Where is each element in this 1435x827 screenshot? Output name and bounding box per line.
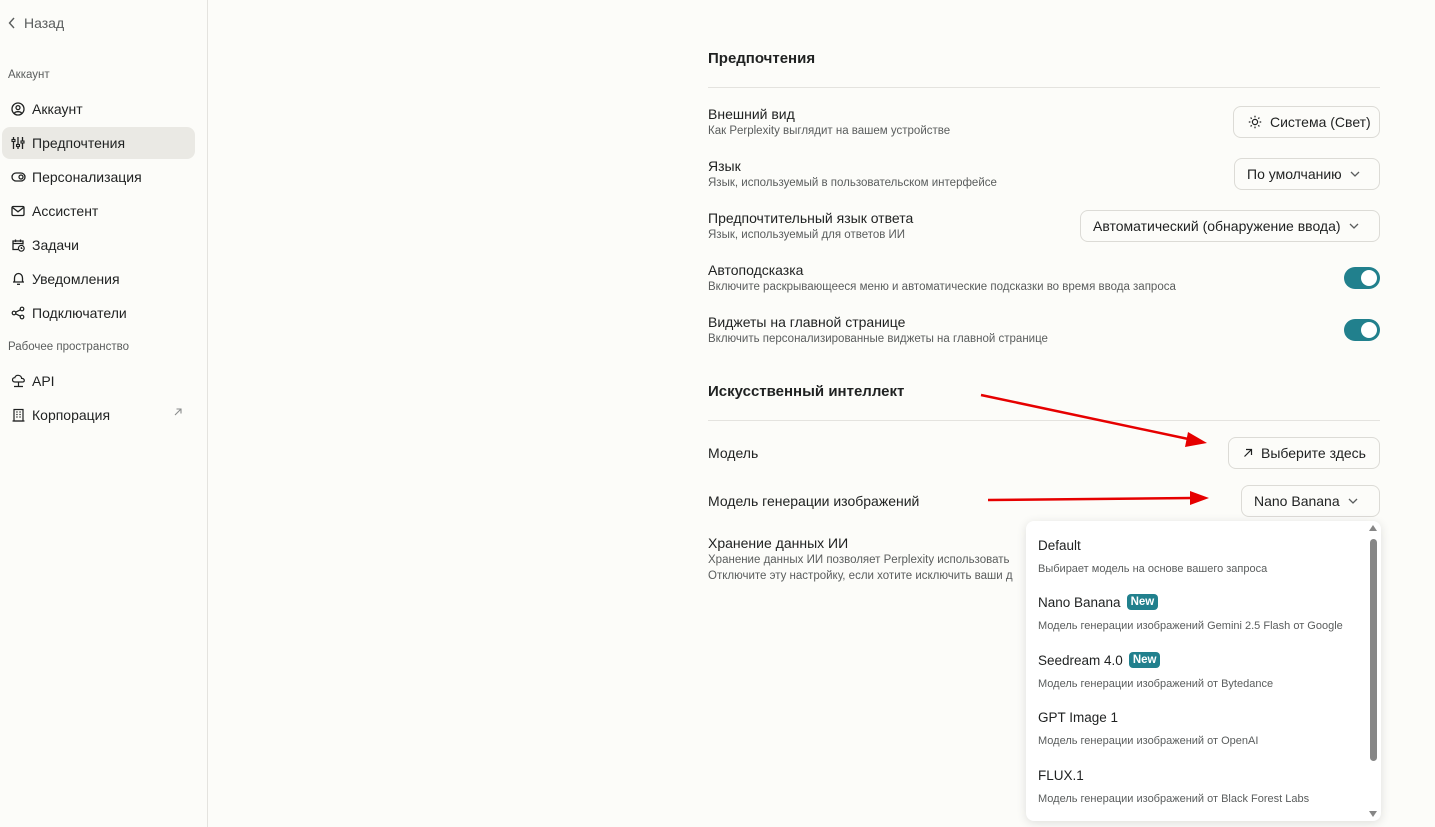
dropdown-option-flux[interactable]: FLUX.1 Модель генерации изображений от B… — [1038, 766, 1363, 806]
widgets-title: Виджеты на главной странице — [708, 314, 906, 330]
sidebar-item-label: API — [32, 373, 55, 389]
option-desc: Модель генерации изображений от Bytedanc… — [1038, 678, 1274, 690]
image-model-select[interactable]: Nano Banana — [1241, 485, 1380, 517]
sidebar-item-label: Персонализация — [32, 169, 142, 185]
scroll-down-icon[interactable] — [1369, 811, 1377, 817]
sidebar-item-label: Корпорация — [32, 407, 111, 423]
toggle-knob — [1361, 270, 1377, 286]
language-title: Язык — [708, 158, 741, 174]
dropdown-scrollbar[interactable] — [1368, 521, 1378, 821]
option-title: Default — [1038, 537, 1081, 553]
data-retention-title: Хранение данных ИИ — [708, 535, 849, 551]
sidebar: Назад Аккаунт Аккаунт Предпочтения Персо… — [0, 0, 208, 827]
back-label: Назад — [24, 15, 65, 31]
external-link-icon — [173, 407, 183, 417]
cloud-network-icon — [10, 373, 26, 389]
scroll-up-icon[interactable] — [1369, 525, 1377, 531]
answer-language-desc: Язык, используемый для ответов ИИ — [708, 229, 906, 241]
dropdown-option-nano-banana[interactable]: Nano Banana New Модель генерации изображе… — [1038, 593, 1363, 632]
new-badge: New — [1128, 652, 1161, 668]
annotation-arrows — [980, 393, 1209, 505]
chevron-down-icon — [1348, 498, 1358, 504]
sidebar-item-account[interactable]: Аккаунт — [2, 93, 195, 125]
sidebar-item-tasks[interactable]: Задачи — [2, 229, 195, 261]
dropdown-option-gpt-image[interactable]: GPT Image 1 Модель генерации изображений… — [1038, 708, 1363, 748]
new-badge: New — [1126, 594, 1159, 610]
answer-language-value: Автоматический (обнаружение ввода) — [1093, 218, 1341, 234]
divider — [708, 87, 1380, 88]
sidebar-item-personalization[interactable]: Персонализация — [2, 161, 195, 193]
widgets-desc: Включить персонализированные виджеты на … — [708, 333, 1048, 345]
image-model-value: Nano Banana — [1254, 493, 1340, 509]
section-label-workspace: Рабочее пространство — [8, 341, 129, 353]
sidebar-item-assistant[interactable]: Ассистент — [2, 195, 195, 227]
language-desc: Язык, используемый в пользовательском ин… — [708, 177, 997, 189]
appearance-value: Система (Свет) — [1270, 114, 1371, 130]
option-desc: Модель генерации изображений Gemini 2.5 … — [1038, 620, 1343, 632]
image-model-title: Модель генерации изображений — [708, 493, 920, 509]
sidebar-item-connectors[interactable]: Подключатели — [2, 297, 195, 329]
option-desc: Модель генерации изображений от OpenAI — [1038, 735, 1259, 747]
appearance-select[interactable]: Система (Свет) — [1233, 106, 1380, 138]
user-circle-icon — [10, 101, 26, 117]
model-title: Модель — [708, 445, 759, 461]
sidebar-item-preferences[interactable]: Предпочтения — [2, 127, 195, 159]
sidebar-item-enterprise[interactable]: Корпорация — [2, 399, 195, 431]
toggle-icon — [10, 169, 26, 185]
sliders-icon — [10, 135, 26, 151]
preferences-heading: Предпочтения — [708, 50, 816, 67]
autosuggest-desc: Включите раскрывающееся меню и автоматич… — [708, 281, 1176, 293]
option-title: Nano Banana — [1038, 594, 1121, 610]
toggle-knob — [1361, 322, 1377, 338]
calendar-clock-icon — [10, 237, 26, 253]
sidebar-item-api[interactable]: API — [2, 365, 195, 397]
language-value: По умолчанию — [1247, 166, 1342, 182]
option-title: GPT Image 1 — [1038, 709, 1119, 725]
sidebar-item-label: Аккаунт — [32, 101, 83, 117]
sun-icon — [1248, 115, 1262, 129]
arrow-up-right-icon — [1243, 448, 1253, 458]
data-retention-desc-line1: Хранение данных ИИ позволяет Perplexity … — [708, 554, 1010, 566]
model-choose-button[interactable]: Выберите здесь — [1228, 437, 1380, 469]
appearance-title: Внешний вид — [708, 106, 795, 122]
widgets-toggle[interactable] — [1344, 319, 1380, 341]
sidebar-item-notifications[interactable]: Уведомления — [2, 263, 195, 295]
image-model-dropdown: Default Выбирает модель на основе вашего… — [1026, 521, 1381, 821]
option-desc: Выбирает модель на основе вашего запроса — [1038, 563, 1268, 575]
chevron-down-icon — [1350, 171, 1360, 177]
scroll-thumb[interactable] — [1370, 539, 1377, 761]
language-select[interactable]: По умолчанию — [1234, 158, 1380, 190]
bell-icon — [10, 271, 26, 287]
building-icon — [10, 407, 26, 423]
sidebar-item-label: Ассистент — [32, 203, 99, 219]
dropdown-option-default[interactable]: Default Выбирает модель на основе вашего… — [1038, 536, 1363, 576]
option-title: FLUX.1 — [1038, 767, 1084, 783]
section-label-account: Аккаунт — [8, 69, 50, 81]
chevron-left-icon — [8, 17, 15, 29]
autosuggest-toggle[interactable] — [1344, 267, 1380, 289]
answer-language-select[interactable]: Автоматический (обнаружение ввода) — [1080, 210, 1380, 242]
model-choose-label: Выберите здесь — [1261, 445, 1366, 461]
mail-icon — [10, 203, 26, 219]
autosuggest-title: Автоподсказка — [708, 262, 804, 278]
option-desc: Модель генерации изображений от Black Fo… — [1038, 793, 1310, 805]
option-title: Seedream 4.0 — [1038, 652, 1123, 668]
back-button[interactable]: Назад — [8, 15, 64, 31]
sidebar-item-label: Подключатели — [32, 305, 127, 321]
dropdown-option-seedream[interactable]: Seedream 4.0 New Модель генерации изображ… — [1038, 651, 1363, 690]
sidebar-item-label: Задачи — [32, 237, 80, 253]
share-nodes-icon — [10, 305, 26, 321]
sidebar-item-label: Предпочтения — [32, 135, 126, 151]
answer-language-title: Предпочтительный язык ответа — [708, 210, 914, 226]
sidebar-item-label: Уведомления — [32, 271, 120, 287]
appearance-desc: Как Perplexity выглядит на вашем устройс… — [708, 125, 951, 137]
data-retention-desc-line2: Отключите эту настройку, если хотите иск… — [708, 570, 1013, 582]
chevron-down-icon — [1349, 223, 1359, 229]
